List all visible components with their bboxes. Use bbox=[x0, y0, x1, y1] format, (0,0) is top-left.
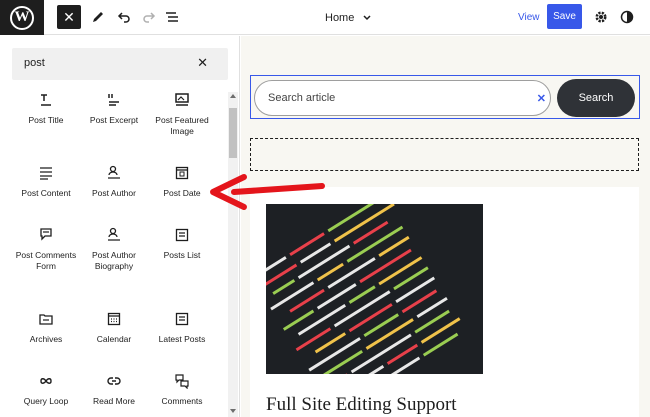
posts-list-icon bbox=[175, 228, 189, 242]
undo-icon bbox=[117, 12, 130, 23]
block-search-input[interactable]: post ✕ bbox=[12, 48, 228, 80]
styles-button[interactable] bbox=[617, 6, 637, 28]
query-loop-icon bbox=[40, 378, 52, 384]
redo-icon bbox=[143, 12, 156, 23]
tools-button[interactable] bbox=[88, 5, 108, 29]
block-post-content[interactable]: Post Content bbox=[11, 164, 81, 199]
post-comments-form-icon bbox=[40, 228, 52, 241]
scroll-down-icon[interactable] bbox=[230, 409, 236, 413]
archives-icon bbox=[39, 314, 53, 325]
block-post-author-biography[interactable]: Post Author Biography bbox=[79, 226, 149, 272]
editor-toolbar: W ✕ Home View Save bbox=[0, 0, 650, 35]
block-label: Comments bbox=[161, 396, 203, 406]
block-label: Post Author Biography bbox=[92, 250, 136, 271]
wordpress-logo-icon: W bbox=[10, 5, 34, 30]
block-label: Query Loop bbox=[23, 396, 69, 406]
block-label: Post Featured Image bbox=[155, 115, 209, 136]
search-button[interactable]: Search bbox=[557, 79, 635, 117]
post-featured-image[interactable] bbox=[266, 204, 483, 374]
empty-block-placeholder[interactable] bbox=[250, 138, 639, 171]
block-label: Post Comments Form bbox=[15, 250, 77, 271]
block-label: Read More bbox=[92, 396, 136, 406]
list-view-icon bbox=[166, 12, 178, 22]
redo-button[interactable] bbox=[139, 5, 159, 29]
block-post-title[interactable]: Post Title bbox=[11, 91, 81, 126]
close-icon: ✕ bbox=[63, 8, 75, 25]
read-more-icon bbox=[107, 377, 121, 385]
list-view-button[interactable] bbox=[162, 5, 182, 29]
inserter-scrollbar[interactable] bbox=[228, 92, 238, 417]
save-button[interactable]: Save bbox=[547, 4, 582, 29]
block-label: Post Title bbox=[28, 115, 64, 125]
post-content-icon bbox=[40, 167, 52, 180]
search-placeholder: Search article bbox=[268, 92, 336, 104]
undo-button[interactable] bbox=[114, 5, 134, 29]
block-post-featured-image[interactable]: Post Featured Image bbox=[147, 91, 217, 137]
wordpress-logo-button[interactable]: W bbox=[0, 0, 44, 35]
latest-posts-icon bbox=[175, 312, 189, 326]
block-latest-posts[interactable]: Latest Posts bbox=[147, 310, 217, 345]
search-block[interactable]: Search article ✕ Search bbox=[250, 75, 640, 119]
post-excerpt-icon bbox=[108, 94, 119, 106]
block-archives[interactable]: Archives bbox=[11, 310, 81, 345]
red-arrow-annotation-icon bbox=[210, 174, 325, 210]
block-query-loop[interactable]: Query Loop bbox=[11, 372, 81, 407]
block-label: Post Date bbox=[163, 188, 201, 198]
scroll-up-icon[interactable] bbox=[230, 94, 236, 98]
chevron-down-icon bbox=[363, 14, 371, 20]
block-label: Post Author bbox=[92, 188, 136, 198]
view-button[interactable]: View bbox=[518, 0, 540, 35]
comments-icon bbox=[175, 374, 189, 389]
post-card: Full Site Editing Support bbox=[250, 187, 639, 417]
post-author-icon bbox=[108, 165, 120, 179]
block-read-more[interactable]: Read More bbox=[79, 372, 149, 407]
post-date-icon bbox=[175, 166, 189, 180]
post-author-biography-icon bbox=[108, 227, 120, 241]
search-article-input[interactable]: Search article ✕ bbox=[254, 80, 551, 116]
block-post-excerpt[interactable]: Post Excerpt bbox=[79, 91, 149, 126]
block-label: Post Content bbox=[21, 188, 71, 198]
code-screenshot-image bbox=[266, 204, 483, 374]
settings-button[interactable] bbox=[591, 6, 611, 28]
block-calendar[interactable]: Calendar bbox=[79, 310, 149, 345]
block-search-value: post bbox=[24, 57, 45, 69]
block-post-comments-form[interactable]: Post Comments Form bbox=[11, 226, 81, 272]
post-featured-image-icon bbox=[175, 93, 189, 106]
block-label: Posts List bbox=[163, 250, 201, 260]
editor-canvas: Search article ✕ Search Full Site Editin… bbox=[241, 36, 650, 417]
document-title: Home bbox=[325, 11, 355, 24]
block-inserter-panel: post ✕ Post Title Post Excerpt Post Feat… bbox=[0, 36, 240, 417]
pen-icon bbox=[93, 12, 103, 22]
document-title-dropdown[interactable]: Home bbox=[325, 0, 372, 35]
block-comments[interactable]: Comments bbox=[147, 372, 217, 407]
block-label: Post Excerpt bbox=[89, 115, 139, 125]
post-title[interactable]: Full Site Editing Support bbox=[266, 394, 457, 416]
half-circle-icon bbox=[620, 10, 634, 24]
block-label: Latest Posts bbox=[158, 334, 206, 344]
block-posts-list[interactable]: Posts List bbox=[147, 226, 217, 261]
block-post-author[interactable]: Post Author bbox=[79, 164, 149, 199]
clear-search-icon[interactable]: ✕ bbox=[197, 55, 208, 71]
close-inserter-button[interactable]: ✕ bbox=[57, 5, 81, 29]
gear-icon bbox=[595, 11, 607, 23]
block-label: Archives bbox=[29, 334, 63, 344]
calendar-icon bbox=[107, 312, 121, 326]
search-clear-icon[interactable]: ✕ bbox=[537, 92, 546, 105]
post-title-icon bbox=[41, 94, 51, 106]
block-label: Calendar bbox=[96, 334, 132, 344]
scrollbar-thumb[interactable] bbox=[229, 108, 237, 158]
